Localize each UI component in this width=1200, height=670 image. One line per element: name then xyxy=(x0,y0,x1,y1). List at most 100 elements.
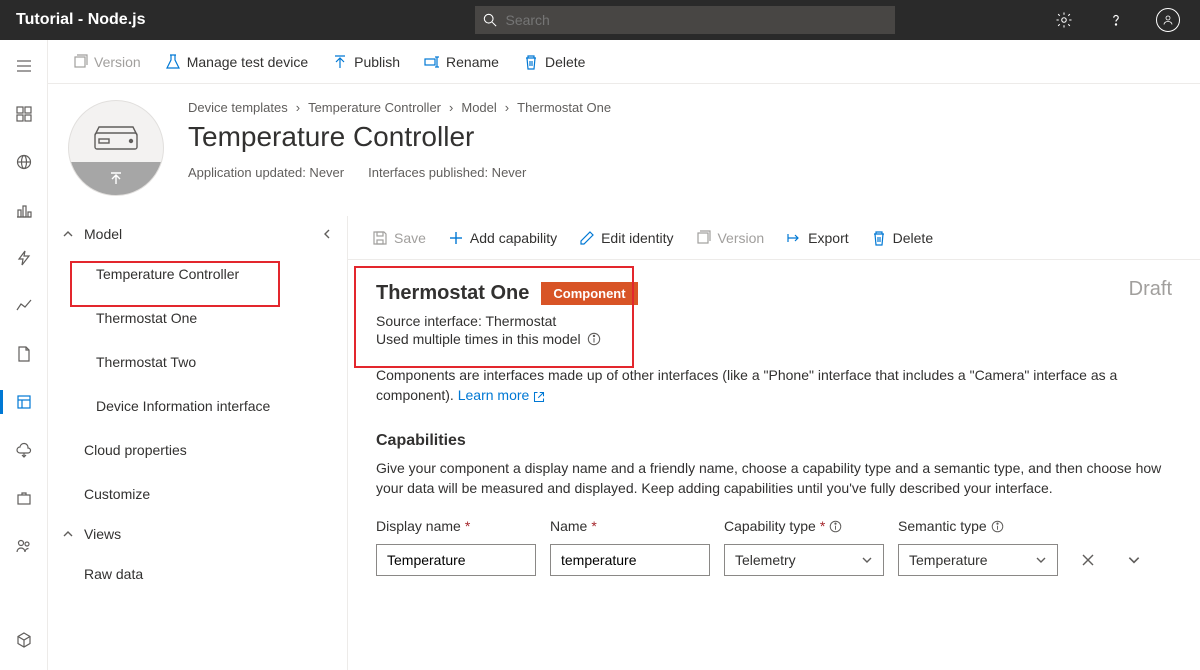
tree-item-cloud-properties[interactable]: Cloud properties xyxy=(48,428,347,472)
version-label: Version xyxy=(94,54,141,70)
component-title: Thermostat One xyxy=(376,282,529,305)
tree-item-controller[interactable]: Temperature Controller xyxy=(48,252,347,296)
version-icon xyxy=(695,230,711,246)
save-label: Save xyxy=(394,230,426,246)
export-button[interactable]: Export xyxy=(778,224,856,252)
delete-sub-label: Delete xyxy=(893,230,933,246)
display-name-input[interactable] xyxy=(376,544,536,576)
info-icon[interactable] xyxy=(587,332,601,346)
document-icon xyxy=(16,346,32,362)
edit-label: Edit identity xyxy=(601,230,673,246)
breadcrumb-item[interactable]: Temperature Controller xyxy=(308,100,441,115)
trash-icon xyxy=(871,230,887,246)
line-chart-icon xyxy=(16,298,32,314)
capability-type-value: Telemetry xyxy=(735,552,796,568)
nav-admin[interactable] xyxy=(0,480,48,516)
hamburger-button[interactable] xyxy=(0,48,48,84)
info-icon[interactable] xyxy=(991,520,1004,533)
nav-analytics[interactable] xyxy=(0,288,48,324)
device-template-icon xyxy=(68,100,164,196)
remove-row-button[interactable] xyxy=(1072,544,1104,576)
plus-icon xyxy=(448,230,464,246)
tree-views[interactable]: Views xyxy=(48,516,347,552)
top-command-bar: Version Manage test device Publish Renam… xyxy=(48,40,1200,84)
rename-icon xyxy=(424,54,440,70)
nav-settings[interactable] xyxy=(0,622,48,658)
capabilities-help: Give your component a display name and a… xyxy=(376,458,1172,499)
tree-item-raw-data[interactable]: Raw data xyxy=(48,552,347,596)
flask-icon xyxy=(165,54,181,70)
trash-icon xyxy=(523,54,539,70)
status-badge: Draft xyxy=(1129,278,1172,301)
version-icon xyxy=(72,54,88,70)
tree-item-thermostat-two[interactable]: Thermostat Two xyxy=(48,340,347,384)
globe-icon xyxy=(16,154,32,170)
tree-root-label: Model xyxy=(84,226,122,242)
left-nav-rail xyxy=(0,40,48,670)
publish-label: Publish xyxy=(354,54,400,70)
semantic-type-label: Semantic type xyxy=(898,518,987,534)
page-title: Temperature Controller xyxy=(188,121,611,153)
grid-icon xyxy=(16,106,32,122)
semantic-type-select[interactable]: Temperature xyxy=(898,544,1058,576)
breadcrumb-item: Thermostat One xyxy=(517,100,611,115)
capability-type-select[interactable]: Telemetry xyxy=(724,544,884,576)
search-input[interactable] xyxy=(505,12,887,28)
chart-bar-icon xyxy=(16,202,32,218)
name-label: Name xyxy=(550,518,587,534)
account-button[interactable] xyxy=(1152,4,1184,36)
publish-button[interactable]: Publish xyxy=(324,48,408,76)
nav-groups[interactable] xyxy=(0,192,48,228)
delete-sub-button[interactable]: Delete xyxy=(863,224,941,252)
meta-published: Interfaces published: Never xyxy=(368,165,526,180)
breadcrumb-item[interactable]: Model xyxy=(461,100,496,115)
breadcrumb-item[interactable]: Device templates xyxy=(188,100,288,115)
nav-dashboard[interactable] xyxy=(0,96,48,132)
capabilities-heading: Capabilities xyxy=(376,432,1172,450)
expand-row-button[interactable] xyxy=(1118,544,1150,576)
people-icon xyxy=(16,538,32,554)
search-box[interactable] xyxy=(475,6,895,34)
help-button[interactable] xyxy=(1100,4,1132,36)
nav-jobs[interactable] xyxy=(0,336,48,372)
display-name-label: Display name xyxy=(376,518,461,534)
add-capability-button[interactable]: Add capability xyxy=(440,224,565,252)
tree-root[interactable]: Model xyxy=(48,216,347,252)
external-link-icon xyxy=(533,391,545,403)
rename-label: Rename xyxy=(446,54,499,70)
tree-item-thermostat-one[interactable]: Thermostat One xyxy=(48,296,347,340)
tree-item-customize[interactable]: Customize xyxy=(48,472,347,516)
nav-data-export[interactable] xyxy=(0,432,48,468)
gear-icon xyxy=(1055,11,1073,29)
pencil-icon xyxy=(579,230,595,246)
sub-command-bar: Save Add capability Edit identity Versio… xyxy=(348,216,1200,260)
nav-device-templates[interactable] xyxy=(0,384,48,420)
required-indicator: * xyxy=(820,518,825,534)
tree-item-device-info[interactable]: Device Information interface xyxy=(48,384,347,428)
manage-label: Manage test device xyxy=(187,54,308,70)
version-button: Version xyxy=(64,48,149,76)
capability-type-label: Capability type xyxy=(724,518,816,534)
nav-users[interactable] xyxy=(0,528,48,564)
help-icon xyxy=(1107,11,1125,29)
collapse-icon[interactable] xyxy=(321,228,333,240)
save-button: Save xyxy=(364,224,434,252)
publish-icon xyxy=(332,54,348,70)
chevron-down-icon xyxy=(1127,553,1141,567)
nav-rules[interactable] xyxy=(0,240,48,276)
template-icon xyxy=(16,394,32,410)
lightning-icon xyxy=(16,250,32,266)
breadcrumb: Device templates Temperature Controller … xyxy=(188,100,611,115)
manage-test-device-button[interactable]: Manage test device xyxy=(157,48,316,76)
edit-identity-button[interactable]: Edit identity xyxy=(571,224,681,252)
save-icon xyxy=(372,230,388,246)
learn-more-link[interactable]: Learn more xyxy=(458,387,545,403)
used-multiple-line: Used multiple times in this model xyxy=(376,331,581,347)
info-icon[interactable] xyxy=(829,520,842,533)
rename-button[interactable]: Rename xyxy=(416,48,507,76)
nav-devices[interactable] xyxy=(0,144,48,180)
meta-updated: Application updated: Never xyxy=(188,165,344,180)
settings-button[interactable] xyxy=(1048,4,1080,36)
delete-button[interactable]: Delete xyxy=(515,48,593,76)
name-input[interactable] xyxy=(550,544,710,576)
